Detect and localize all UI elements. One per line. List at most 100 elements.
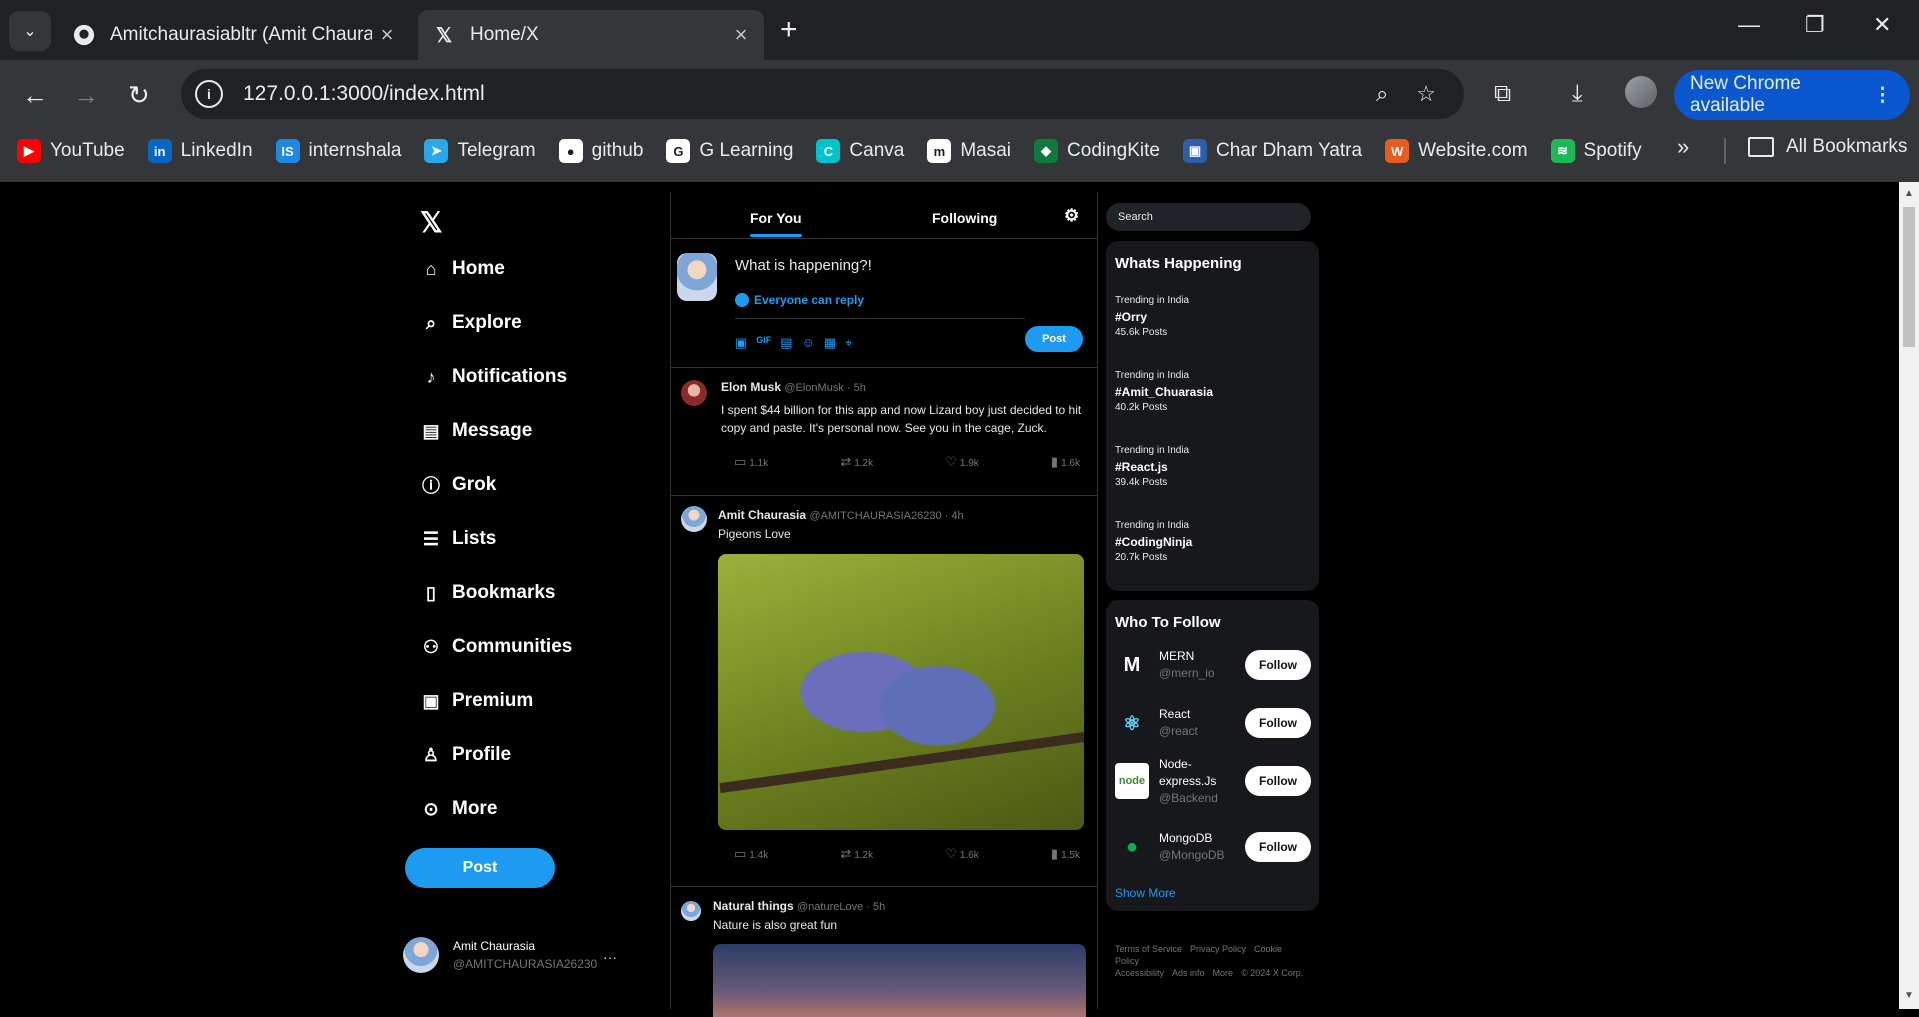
scrollbar[interactable]: ▲ ▼ (1899, 182, 1919, 1009)
views-button[interactable]: ▮ 1.6k (1051, 454, 1080, 470)
extensions-icon[interactable]: ⧉ (1494, 80, 1511, 108)
nav-item-more[interactable]: ⊙ More (420, 782, 572, 836)
compose-input[interactable]: What is happening?! (735, 257, 872, 274)
follow-button[interactable]: Follow (1245, 832, 1311, 862)
emoji-icon[interactable]: ☺ (802, 335, 815, 351)
post-button[interactable]: Post (405, 848, 555, 888)
zoom-icon[interactable]: ⌕ (1376, 81, 1388, 107)
reload-icon[interactable]: ↻ (128, 80, 150, 111)
url-text[interactable]: 127.0.0.1:3000/index.html (243, 82, 1376, 106)
update-chrome-button[interactable]: New Chrome available ⋮ (1674, 70, 1910, 120)
nav-item-lists[interactable]: ☰ Lists (420, 512, 572, 566)
gif-icon[interactable]: GIF (756, 335, 771, 351)
trend-item[interactable]: Trending in India #React.js 39.4k Posts (1115, 443, 1189, 491)
bookmark-youtube[interactable]: ▶ YouTube (17, 139, 125, 163)
star-icon[interactable]: ☆ (1416, 81, 1436, 107)
tab-following[interactable]: Following (932, 210, 997, 226)
reply-button[interactable]: ▭ 1.4k (734, 846, 768, 862)
retweet-count: 1.2k (854, 850, 874, 861)
bookmarks-overflow-icon[interactable]: » (1677, 134, 1689, 160)
bookmark-canva[interactable]: C Canva (816, 139, 904, 163)
tweet[interactable]: Natural things @natureLove · 5h Nature i… (671, 887, 1097, 1017)
bookmark-g-learning[interactable]: G G Learning (666, 139, 793, 163)
footer-link[interactable]: More (1213, 968, 1234, 978)
retweet-button[interactable]: ⇄ 1.2k (840, 454, 873, 470)
tab-home-x[interactable]: 𝕏 Home/X × (418, 10, 764, 60)
show-more-link[interactable]: Show More (1115, 886, 1176, 900)
site-info-icon[interactable]: i (195, 80, 223, 108)
gear-icon[interactable]: ⚙ (1064, 206, 1079, 226)
trend-item[interactable]: Trending in India #Orry 45.6k Posts (1115, 293, 1189, 341)
search-input[interactable]: Search (1106, 203, 1311, 231)
close-window-icon[interactable]: ✕ (1873, 12, 1891, 38)
profile-avatar[interactable] (1625, 76, 1657, 108)
forward-arrow-icon[interactable]: → (73, 80, 99, 111)
scroll-down-icon[interactable]: ▼ (1904, 990, 1914, 1001)
footer-link[interactable]: Ads info (1172, 968, 1205, 978)
follow-button[interactable]: Follow (1245, 766, 1311, 796)
x-logo-icon[interactable]: 𝕏 (420, 206, 443, 239)
bookmark-linkedin[interactable]: in LinkedIn (147, 139, 253, 163)
tweet[interactable]: Elon Musk @ElonMusk · 5h I spent $44 bil… (671, 368, 1097, 496)
tweet-image[interactable] (713, 944, 1086, 1017)
trend-item[interactable]: Trending in India #Amit_Chuarasia 40.2k Po… (1115, 368, 1213, 416)
trend-context: Trending in India (1115, 520, 1190, 531)
bookmark-github[interactable]: ● github (558, 139, 643, 163)
bookmark-internshala[interactable]: IS internshala (275, 139, 401, 163)
views-button[interactable]: ▮ 1.5k (1051, 846, 1080, 862)
reply-settings[interactable]: Everyone can reply (735, 293, 864, 307)
minimize-icon[interactable]: — (1738, 12, 1760, 38)
compose-post-button[interactable]: Post (1025, 326, 1083, 352)
nav-item-profile[interactable]: ♙ Profile (420, 728, 572, 782)
nav-item-message[interactable]: ▤ Message (420, 404, 572, 458)
tab-search-dropdown[interactable]: ⌄ (9, 11, 51, 51)
nav-item-grok[interactable]: ⓘ Grok (420, 458, 572, 512)
footer-link[interactable]: Accessibility (1115, 968, 1164, 978)
bookmark-telegram[interactable]: ➤ Telegram (424, 139, 536, 163)
reply-button[interactable]: ▭ 1.1k (734, 454, 768, 470)
follow-button[interactable]: Follow (1245, 708, 1311, 738)
tab-for-you[interactable]: For You (750, 210, 802, 237)
tweet[interactable]: Amit Chaurasia @AMITCHAURASIA26230 · 4h … (671, 496, 1097, 887)
nav-item-notifications[interactable]: ♪ Notifications (420, 350, 572, 404)
schedule-icon[interactable]: ▦ (824, 335, 836, 351)
more-icon: ⊙ (423, 798, 439, 819)
trend-item[interactable]: Trending in India #CodingNinja 20.7k Posts (1115, 518, 1192, 566)
scroll-thumb[interactable] (1903, 207, 1915, 347)
scroll-up-icon[interactable]: ▲ (1904, 188, 1914, 199)
nav-item-explore[interactable]: ⌕ Explore (420, 296, 572, 350)
tab-github[interactable]: Amitchaurasiabltr (Amit Chaura × (58, 10, 410, 60)
restore-icon[interactable]: ❐ (1805, 12, 1825, 38)
poll-icon[interactable]: ▤ (780, 335, 792, 351)
bookmark-website-com[interactable]: W Website.com (1385, 139, 1528, 163)
nav-item-communities[interactable]: ⚇ Communities (420, 620, 572, 674)
footer-link[interactable]: Terms of Service (1115, 944, 1182, 954)
retweet-button[interactable]: ⇄ 1.2k (840, 846, 873, 862)
new-tab-button[interactable]: + (780, 13, 798, 47)
account-switcher[interactable]: Amit Chaurasia @AMITCHAURASIA26230 ··· (403, 937, 617, 973)
download-icon[interactable]: ⤓ (1572, 80, 1583, 108)
nav-item-bookmarks[interactable]: ▯ Bookmarks (420, 566, 572, 620)
all-bookmarks-button[interactable]: All Bookmarks (1748, 136, 1907, 158)
follow-button[interactable]: Follow (1245, 650, 1311, 680)
bookmark-char-dham-yatra[interactable]: ▣ Char Dham Yatra (1182, 139, 1362, 163)
menu-dots-icon[interactable]: ⋮ (1873, 84, 1892, 107)
message-icon: ▤ (422, 420, 440, 441)
tweet-image[interactable] (718, 554, 1084, 830)
bookmark-spotify[interactable]: ≋ Spotify (1550, 139, 1642, 163)
footer-link[interactable]: © 2024 X Corp. (1241, 968, 1303, 978)
close-tab-icon[interactable]: × (726, 22, 756, 48)
image-icon[interactable]: ▣ (735, 335, 747, 351)
back-arrow-icon[interactable]: ← (22, 80, 48, 111)
location-icon[interactable]: ⌖ (845, 335, 852, 351)
more-dots-icon[interactable]: ··· (603, 949, 617, 965)
address-bar[interactable]: i 127.0.0.1:3000/index.html ⌕ ☆ (181, 69, 1464, 119)
nav-item-home[interactable]: ⌂ Home (420, 242, 572, 296)
like-button[interactable]: ♡ 1.9k (945, 454, 979, 470)
footer-link[interactable]: Privacy Policy (1190, 944, 1246, 954)
bookmark-masai[interactable]: m Masai (927, 139, 1011, 163)
close-tab-icon[interactable]: × (372, 22, 402, 48)
nav-item-premium[interactable]: ▣ Premium (420, 674, 572, 728)
bookmark-codingkite[interactable]: ◆ CodingKite (1034, 139, 1160, 163)
like-button[interactable]: ♡ 1.6k (945, 846, 979, 862)
